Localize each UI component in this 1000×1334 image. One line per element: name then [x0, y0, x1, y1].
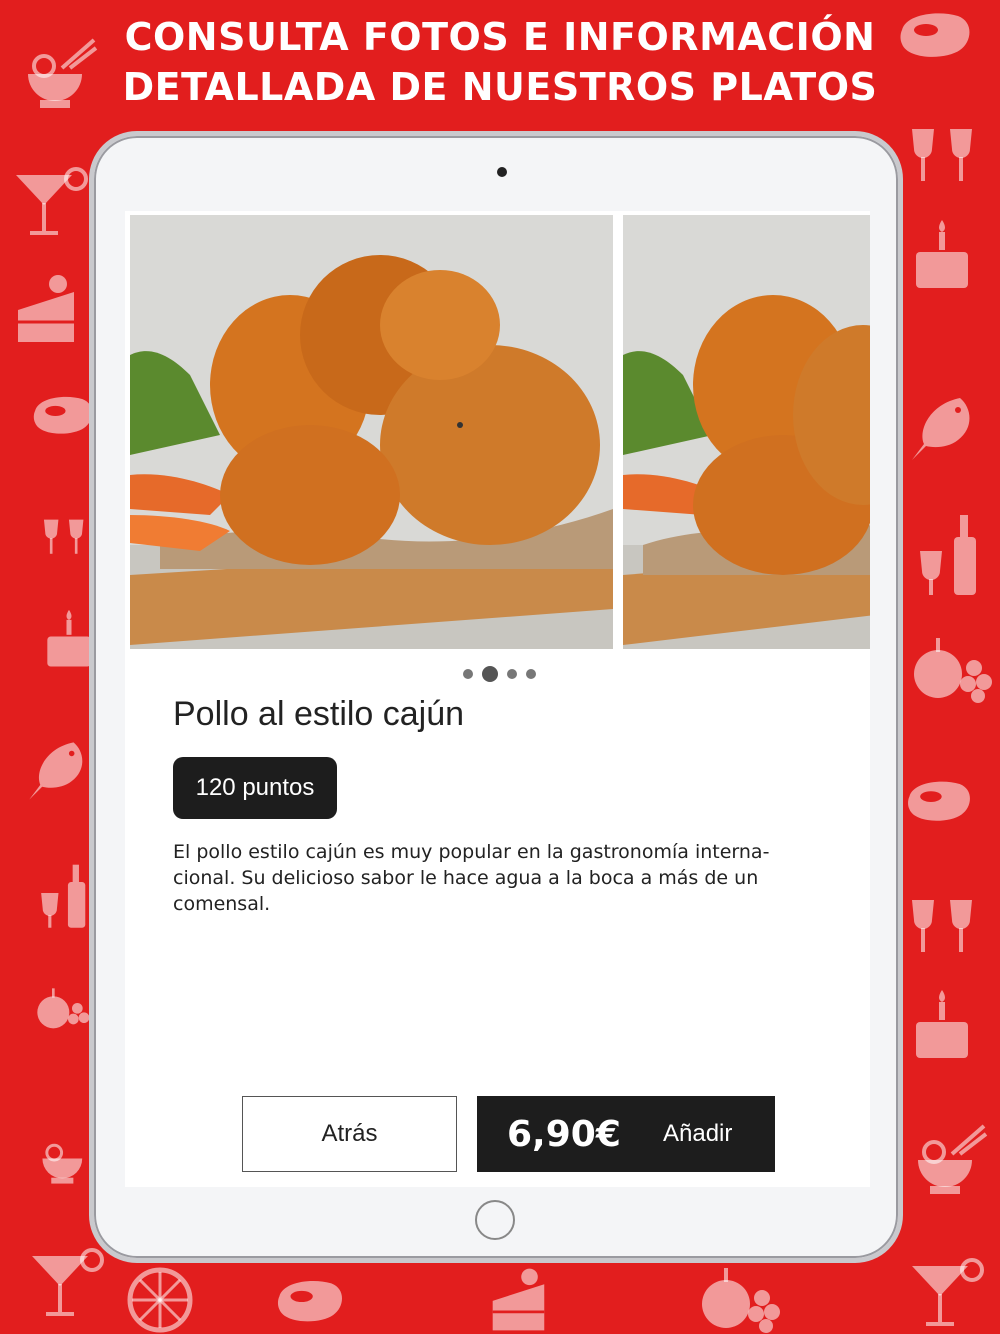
steak-icon	[904, 776, 974, 828]
fish-icon	[902, 390, 980, 468]
headline-line-2: DETALLADA DE NUESTROS PLATOS	[122, 65, 878, 109]
home-button[interactable]	[475, 1200, 515, 1240]
steak-icon	[30, 392, 96, 440]
wine-glasses-icon	[906, 125, 982, 189]
cocktail-icon	[30, 1246, 106, 1322]
price-label: 6,90€	[507, 1113, 621, 1155]
steak-icon	[272, 1276, 348, 1328]
fruit-icon	[700, 1264, 784, 1334]
wine-bottle-icon	[916, 515, 982, 597]
tablet-frame: Pollo al estilo cajún 120 puntos El poll…	[89, 131, 903, 1263]
carousel-dot[interactable]	[507, 669, 517, 679]
cake-icon	[912, 990, 972, 1060]
carousel-dot[interactable]	[463, 669, 473, 679]
cake-icon	[912, 220, 972, 290]
wine-glasses-icon	[906, 896, 982, 960]
cake-icon	[44, 604, 94, 674]
fruit-icon	[36, 976, 92, 1042]
carousel-dot[interactable]	[482, 666, 498, 682]
dish-description: El pollo estilo cajún es muy popular en …	[173, 841, 770, 915]
cake-icon	[14, 270, 90, 346]
fruit-icon	[912, 634, 996, 704]
dish-detail-screen: Pollo al estilo cajún 120 puntos El poll…	[125, 211, 870, 1187]
next-dish-photo[interactable]	[623, 215, 870, 649]
noodles-icon	[912, 1124, 988, 1200]
fish-icon	[20, 732, 92, 810]
add-to-order-button[interactable]: 6,90€ Añadir	[477, 1096, 775, 1172]
wine-bottle-icon	[38, 856, 90, 938]
carousel-dot[interactable]	[526, 669, 536, 679]
cocktail-icon	[910, 1256, 986, 1332]
dish-title: Pollo al estilo cajún	[173, 695, 465, 733]
cocktail-icon	[14, 165, 90, 241]
noodles-icon	[38, 1128, 94, 1192]
points-badge: 120 puntos	[173, 757, 337, 819]
citrus-icon	[126, 1266, 194, 1334]
wine-glasses-icon	[40, 510, 90, 566]
add-label: Añadir	[663, 1120, 733, 1147]
dish-photo[interactable]	[130, 215, 613, 649]
camera-icon	[497, 167, 507, 177]
headline-line-1: CONSULTA FOTOS E INFORMACIÓN	[124, 15, 876, 59]
cake-icon	[486, 1264, 562, 1334]
back-button[interactable]: Atrás	[242, 1096, 457, 1172]
promo-headline: CONSULTA FOTOS E INFORMACIÓN DETALLADA D…	[0, 12, 1000, 112]
carousel-pagination[interactable]	[463, 666, 536, 682]
